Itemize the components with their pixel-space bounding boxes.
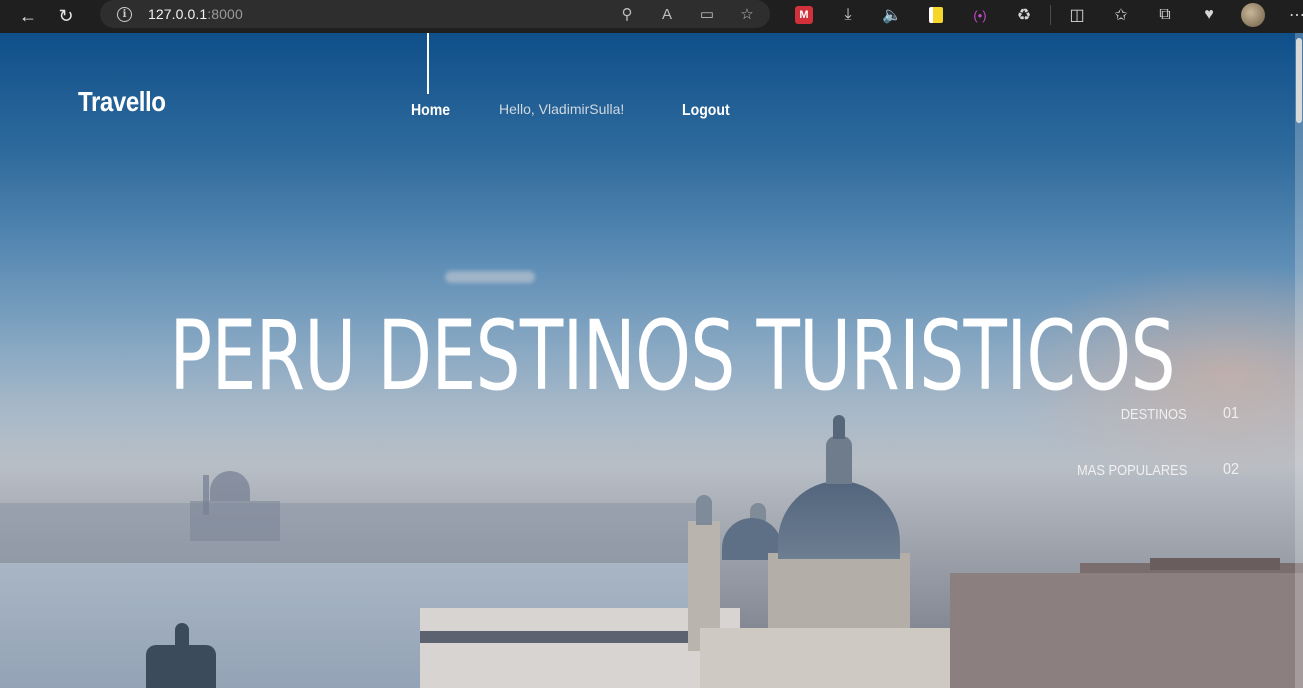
health-icon[interactable]: ♥ (1187, 2, 1231, 28)
purple-extension-icon[interactable]: (•) (958, 2, 1002, 28)
yellow-extension-icon[interactable] (914, 2, 958, 28)
url-text[interactable]: 127.0.0.1:8000 (148, 6, 243, 22)
statue-top (175, 623, 189, 647)
scrollbar-thumb[interactable] (1296, 38, 1302, 123)
basilica-drum (768, 553, 910, 633)
nav-logout-link[interactable]: Logout (682, 102, 730, 120)
collections-icon[interactable]: ⧉ (1143, 2, 1187, 28)
active-nav-indicator (427, 33, 429, 94)
slide-item-mas-populares[interactable]: MAS POPULARES 02 (979, 460, 1239, 480)
toolbar-divider (1050, 5, 1051, 25)
more-menu-icon[interactable]: ⋯ (1275, 2, 1303, 28)
hero-section: Travello Home Hello, VladimirSulla! Logo… (0, 33, 1303, 688)
profile-avatar[interactable] (1231, 2, 1275, 28)
password-key-icon[interactable]: ⚲ (614, 5, 640, 23)
mega-extension-icon[interactable]: M (782, 2, 826, 28)
site-logo[interactable]: Travello (78, 86, 166, 118)
user-greeting: Hello, VladimirSulla! (499, 101, 625, 117)
slide-navigation: DESTINOS 01 MAS POPULARES 02 (979, 404, 1239, 516)
nav-home-link[interactable]: Home (411, 102, 450, 120)
building-right-roof (1150, 558, 1280, 570)
slide-label: DESTINOS (1121, 405, 1187, 423)
slide-label: MAS POPULARES (1076, 461, 1187, 479)
read-aloud-icon[interactable]: A (654, 6, 680, 23)
address-bar[interactable]: i 127.0.0.1:8000 ⚲ A ▭ ☆ (100, 0, 770, 28)
basilica-dome (778, 481, 900, 559)
extensions-puzzle-icon[interactable]: ♻ (1002, 2, 1046, 28)
slide-number: 01 (1222, 405, 1239, 422)
distant-dome (210, 471, 250, 501)
dome-lantern (826, 436, 852, 484)
browser-toolbar: ← ↻ i 127.0.0.1:8000 ⚲ A ▭ ☆ M ⤓ 🔈 (•) ♻… (0, 0, 1303, 33)
avatar[interactable] (1241, 3, 1265, 27)
building-right (950, 573, 1303, 688)
slide-item-destinos[interactable]: DESTINOS 01 (979, 404, 1239, 424)
favorite-star-icon[interactable]: ☆ (734, 5, 760, 23)
basilica-facade (700, 628, 950, 688)
bell-tower-top (696, 495, 712, 525)
back-icon[interactable]: ← (11, 3, 45, 31)
slide-number: 02 (1222, 461, 1239, 478)
cloud (445, 271, 535, 283)
distant-tower (203, 475, 209, 515)
statue-column (146, 645, 216, 688)
reader-view-icon[interactable]: ▭ (694, 5, 720, 23)
split-screen-icon[interactable]: ◫ (1055, 2, 1099, 28)
volume-icon[interactable]: 🔈 (870, 2, 914, 28)
reload-icon[interactable]: ↻ (49, 3, 83, 31)
download-icon[interactable]: ⤓ (826, 2, 870, 28)
page-scrollbar[interactable] (1295, 33, 1303, 688)
favorites-icon[interactable]: ✩ (1099, 2, 1143, 28)
info-icon[interactable]: i (117, 6, 132, 22)
hero-title: PERU DESTINOS TURISTICOS (169, 300, 1175, 412)
